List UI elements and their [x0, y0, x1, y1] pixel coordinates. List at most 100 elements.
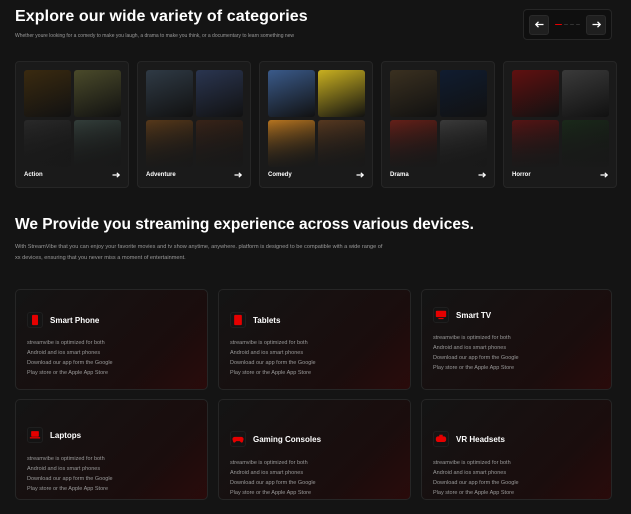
category-footer: Horror: [512, 172, 608, 178]
category-pager: [523, 9, 612, 40]
device-description: streamvibe is optimized for both Android …: [27, 454, 113, 494]
pager-indicator: [555, 23, 580, 26]
device-icon-box: [27, 312, 43, 328]
device-description-line: streamvibe is optimized for both: [230, 340, 308, 346]
device-card-tablets: Tablets streamvibe is optimized for both A…: [218, 289, 411, 390]
device-icon-box: [27, 427, 43, 443]
device-description: streamvibe is optimized for both Android …: [433, 458, 519, 498]
device-description-line: Download our app form the Google: [433, 480, 519, 486]
category-footer: Comedy: [268, 172, 364, 178]
tv-icon: [435, 310, 447, 320]
device-description-line: Play store or the Apple App Store: [27, 486, 109, 492]
device-description: streamvibe is optimized for both Android …: [27, 338, 113, 378]
movie-poster: [318, 70, 365, 117]
arrow-right-icon: [592, 21, 601, 28]
device-description-line: Android and ios smart phones: [230, 470, 304, 476]
tablet-icon: [234, 314, 242, 326]
arrow-right-icon[interactable]: [234, 172, 242, 178]
poster-fade-overlay: [268, 117, 365, 169]
vr-headset-icon: [435, 434, 447, 442]
device-card-header: Laptops: [27, 427, 81, 443]
device-description-line: streamvibe is optimized for both: [230, 460, 308, 466]
category-label: Action: [24, 172, 43, 178]
device-card-header: Smart TV: [433, 307, 491, 323]
movie-poster: [74, 70, 121, 117]
device-description-line: streamvibe is optimized for both: [433, 335, 511, 341]
category-card-drama[interactable]: Drama: [381, 61, 495, 188]
pager-next-button[interactable]: [586, 14, 606, 35]
pager-dot[interactable]: [570, 23, 574, 26]
arrow-right-icon[interactable]: [478, 172, 486, 178]
category-label: Comedy: [268, 172, 292, 178]
device-description-line: streamvibe is optimized for both: [27, 456, 105, 462]
category-card-adventure[interactable]: Adventure: [137, 61, 251, 188]
device-description-line: Download our app form the Google: [27, 476, 113, 482]
device-description: streamvibe is optimized for both Android …: [230, 458, 316, 498]
category-card-action[interactable]: Action: [15, 61, 129, 188]
device-description-line: Android and ios smart phones: [433, 345, 507, 351]
category-label: Horror: [512, 172, 531, 178]
poster-fade-overlay: [512, 117, 609, 169]
device-description-line: Android and ios smart phones: [230, 350, 304, 356]
arrow-right-icon[interactable]: [112, 172, 120, 178]
device-title: Smart TV: [456, 310, 492, 320]
movie-poster: [390, 70, 437, 117]
movie-poster: [146, 70, 193, 117]
movie-poster: [24, 70, 71, 117]
device-icon-box: [230, 312, 246, 328]
device-card-gaming-consoles: Gaming Consoles streamvibe is optimized f…: [218, 399, 411, 500]
poster-fade-overlay: [390, 117, 487, 169]
device-icon-box: [230, 431, 246, 447]
movie-poster: [196, 70, 243, 117]
devices-description: With StreamVibe that you can enjoy your …: [15, 242, 515, 264]
poster-fade-overlay: [146, 117, 243, 169]
device-card-header: Gaming Consoles: [230, 431, 321, 447]
device-title: Tablets: [253, 315, 281, 325]
device-icon-box: [433, 431, 449, 447]
device-description-line: Download our app form the Google: [27, 360, 113, 366]
category-footer: Action: [24, 172, 120, 178]
device-description-line: Play store or the Apple App Store: [433, 365, 515, 371]
laptop-icon: [29, 431, 41, 439]
pager-dot[interactable]: [576, 23, 580, 26]
device-description-line: Play store or the Apple App Store: [27, 370, 109, 376]
device-description-line: streamvibe is optimized for both: [27, 340, 105, 346]
device-card-smart-phone: Smart Phone streamvibe is optimized for b…: [15, 289, 208, 390]
category-footer: Drama: [390, 172, 486, 178]
device-description-line: Android and ios smart phones: [27, 466, 101, 472]
categories-subtitle: Whether youre looking for a comedy to ma…: [15, 33, 295, 39]
device-card-vr-headsets: VR Headsets streamvibe is optimized for b…: [421, 399, 612, 500]
device-card-header: Tablets: [230, 312, 280, 328]
category-card-horror[interactable]: Horror: [503, 61, 617, 188]
device-card-laptops: Laptops streamvibe is optimized for both A…: [15, 399, 208, 500]
device-title: VR Headsets: [456, 434, 505, 444]
poster-fade-overlay: [24, 117, 121, 169]
category-label: Drama: [390, 172, 409, 178]
device-card-smart-tv: Smart TV streamvibe is optimized for both…: [421, 289, 612, 390]
device-grid: Smart Phone streamvibe is optimized for b…: [15, 289, 612, 500]
device-title: Gaming Consoles: [253, 434, 322, 444]
movie-poster: [512, 70, 559, 117]
category-footer: Adventure: [146, 172, 242, 178]
device-description-line: streamvibe is optimized for both: [433, 460, 511, 466]
category-label: Adventure: [146, 172, 176, 178]
arrow-right-icon[interactable]: [356, 172, 364, 178]
device-title: Laptops: [50, 430, 82, 440]
devices-title: We Provide you streaming experience acro…: [15, 216, 474, 233]
category-card-comedy[interactable]: Comedy: [259, 61, 373, 188]
movie-poster: [440, 70, 487, 117]
device-description-line: Android and ios smart phones: [27, 350, 101, 356]
pager-dot-active[interactable]: [555, 23, 562, 26]
pager-prev-button[interactable]: [529, 14, 549, 35]
devices-description-line: With StreamVibe that you can enjoy your …: [15, 244, 383, 250]
arrow-right-icon[interactable]: [600, 172, 608, 178]
device-description-line: Android and ios smart phones: [433, 470, 507, 476]
arrow-left-icon: [534, 21, 543, 28]
category-list: Action Adventure Comedy Drama Horror: [15, 61, 617, 188]
device-icon-box: [433, 307, 449, 323]
device-card-header: VR Headsets: [433, 431, 505, 447]
gamepad-icon: [232, 436, 244, 443]
pager-dot[interactable]: [564, 23, 568, 26]
device-card-header: Smart Phone: [27, 312, 99, 328]
device-description-line: Download our app form the Google: [230, 480, 316, 486]
